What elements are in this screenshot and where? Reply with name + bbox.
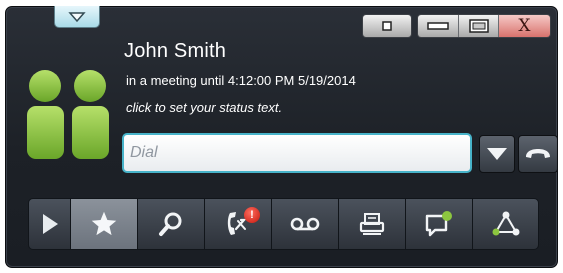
fax-button[interactable] bbox=[338, 198, 405, 250]
chat-icon bbox=[425, 211, 452, 237]
star-icon bbox=[91, 211, 117, 236]
fax-icon bbox=[359, 213, 385, 235]
conference-button[interactable] bbox=[472, 198, 539, 250]
app-window: X John Smith in a meeting until 4:12:00 … bbox=[5, 6, 558, 268]
network-icon bbox=[492, 211, 519, 236]
chat-button[interactable] bbox=[405, 198, 472, 250]
toolbar: ! bbox=[28, 198, 539, 250]
hangup-button[interactable] bbox=[518, 135, 558, 173]
favorites-button[interactable] bbox=[70, 198, 137, 250]
voicemail-icon bbox=[290, 217, 320, 231]
square-icon bbox=[382, 21, 392, 31]
avatar[interactable] bbox=[24, 69, 112, 161]
compact-view-button[interactable] bbox=[362, 14, 412, 38]
close-label: X bbox=[518, 16, 531, 36]
magnifier-icon bbox=[159, 212, 182, 236]
dial-input[interactable] bbox=[124, 135, 470, 171]
close-button[interactable]: X bbox=[498, 15, 550, 37]
collapse-button[interactable] bbox=[54, 6, 100, 28]
phone-hangup-icon bbox=[526, 149, 550, 158]
minimize-icon bbox=[427, 22, 449, 30]
maximize-button[interactable] bbox=[459, 15, 499, 37]
expand-button[interactable] bbox=[28, 198, 70, 250]
status-text-prompt[interactable]: click to set your status text. bbox=[126, 100, 282, 115]
missed-call-badge: ! bbox=[244, 207, 260, 223]
play-icon bbox=[42, 214, 58, 234]
search-button[interactable] bbox=[137, 198, 204, 250]
contacts-avatar-icon bbox=[27, 70, 109, 159]
user-name: John Smith bbox=[124, 40, 227, 62]
dial-dropdown-button[interactable] bbox=[479, 135, 515, 173]
maximize-icon bbox=[468, 19, 489, 33]
presence-status: in a meeting until 4:12:00 PM 5/19/2014 bbox=[126, 73, 356, 88]
voicemail-button[interactable] bbox=[271, 198, 338, 250]
window-controls: X bbox=[417, 14, 551, 38]
dial-field bbox=[122, 133, 472, 173]
triangle-down-icon bbox=[68, 11, 86, 22]
triangle-down-icon bbox=[487, 148, 507, 160]
call-history-button[interactable]: ! bbox=[204, 198, 271, 250]
minimize-button[interactable] bbox=[418, 15, 460, 37]
